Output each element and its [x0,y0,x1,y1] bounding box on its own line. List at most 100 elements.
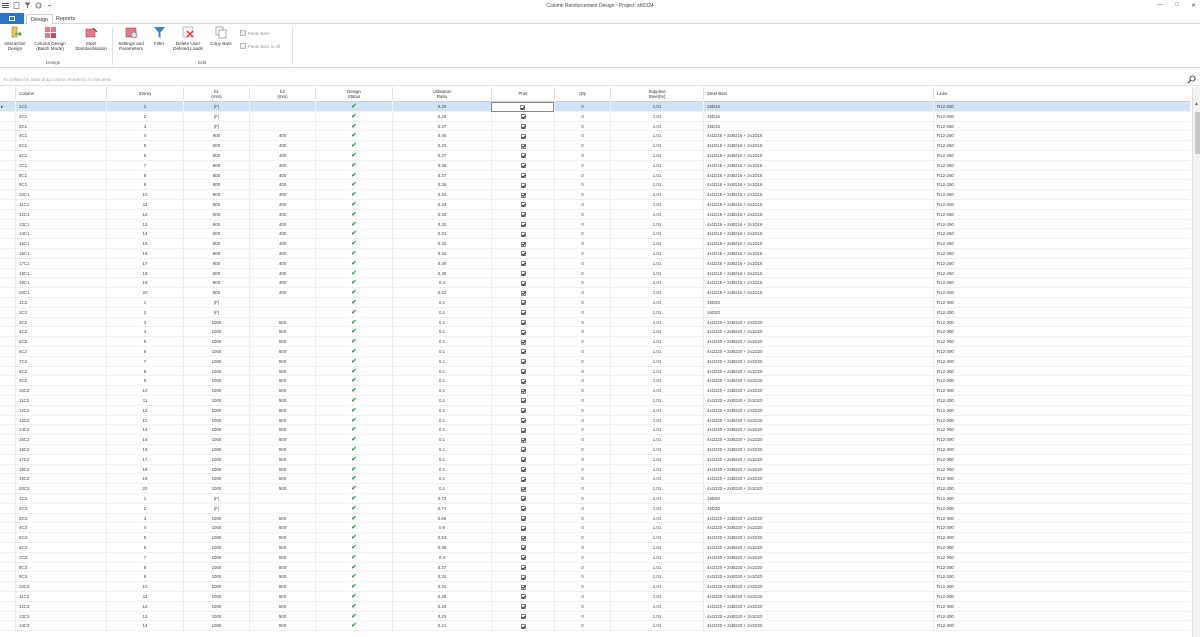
print-checkbox[interactable] [520,378,526,384]
print-checkbox[interactable] [520,496,526,502]
table-row[interactable]: 18C2 18 1000 500 ✔ 0.1 0 1.01 4x1D20 + 2x5D20 + … [0,464,1190,475]
search-icon[interactable] [1187,75,1196,84]
print-checkbox[interactable] [520,417,526,423]
cell-print[interactable] [491,425,554,436]
table-row[interactable]: 2C1 2 (F) ✔ 0.25 0 1.01 16D16 R12-250 [0,111,1190,122]
cell-print[interactable] [491,582,554,592]
filter-button[interactable]: Filter [150,26,168,46]
table-row[interactable]: ▸ 1C1 1 (F) ✔ 0.26 0 1.01 16D16 R12-250 [0,102,1190,112]
cell-print[interactable] [491,160,554,171]
print-checkbox[interactable] [520,329,526,335]
print-checkbox[interactable] [520,447,526,453]
cell-print[interactable] [491,268,554,279]
table-row[interactable]: 1C2 1 (F) ✔ 0.1 0 1.01 16D20 R12-300 [0,298,1190,308]
cell-print[interactable] [491,445,554,455]
table-row[interactable]: 8C3 8 1000 500 ✔ 0.37 0 1.01 4x1D20 + 2x5D20 + 2… [0,562,1190,573]
cell-print[interactable] [491,298,554,308]
table-row[interactable]: 13C2 13 1000 500 ✔ 0.1 0 1.01 4x1D20 + 2x5D20 + … [0,415,1190,426]
table-row[interactable]: 13C3 13 1000 500 ✔ 0.23 0 1.01 4x1D20 + 2x5D20 +… [0,611,1190,622]
cell-print[interactable] [491,592,554,602]
print-checkbox[interactable] [520,261,526,267]
print-checkbox[interactable] [520,163,526,169]
cell-print[interactable] [491,611,554,622]
table-row[interactable]: 4C2 4 1000 500 ✔ 0.1 0 1.01 4x1D20 + 2x5D20 + 2x… [0,327,1190,338]
cell-print[interactable] [491,151,554,161]
cell-print[interactable] [491,190,554,200]
cell-print[interactable] [491,209,554,220]
print-checkbox[interactable] [520,584,526,590]
table-row[interactable]: 7C1 7 800 400 ✔ 0.38 0 1.01 4x1D16 + 2x5D16 + 2x… [0,160,1190,171]
table-row[interactable]: 16C1 16 800 400 ✔ 0.34 0 1.01 4x1D16 + 2x5D16 + … [0,249,1190,259]
scrollbar-thumb[interactable] [1194,112,1200,154]
table-row[interactable]: 6C3 6 1000 500 ✔ 0.45 0 1.01 4x1D20 + 2x5D20 + 2… [0,543,1190,553]
cell-print[interactable] [491,111,554,122]
print-checkbox[interactable] [520,202,526,208]
table-row[interactable]: 3C1 3 (F) ✔ 0.37 0 1.01 16D16 R12-250 [0,121,1190,132]
print-checkbox[interactable] [520,339,526,345]
table-row[interactable]: 9C3 9 1000 500 ✔ 0.34 0 1.01 4x1D20 + 2x5D20 + 2… [0,572,1190,583]
table-row[interactable]: 17C1 17 800 400 ✔ 0.36 0 1.01 4x1D16 + 2x5D16 + … [0,258,1190,269]
column-header-b1[interactable]: b1 (mm) [183,87,249,102]
table-row[interactable]: 10C3 10 1000 500 ✔ 0.31 0 1.01 4x1D20 + 2x5D20 +… [0,582,1190,592]
table-row[interactable]: 20C1 20 800 400 ✔ 0.62 0 1.01 4x1D16 + 2x5D16 + … [0,288,1190,298]
copy-bars-button[interactable]: Copy Bars [208,26,234,46]
paste-bars-button[interactable]: Paste Bars [240,30,269,36]
table-row[interactable]: 6C2 6 1000 500 ✔ 0.1 0 1.01 4x1D20 + 2x5D20 + 2x… [0,347,1190,357]
print-checkbox[interactable] [520,515,526,521]
table-row[interactable]: 19C1 19 800 400 ✔ 0.4 0 1.01 4x1D16 + 2x5D16 + 2… [0,278,1190,289]
table-row[interactable]: 19C2 19 1000 500 ✔ 0.1 0 1.01 4x1D20 + 2x5D20 + … [0,474,1190,485]
cell-print[interactable] [491,405,554,416]
cell-print[interactable] [491,621,554,632]
table-row[interactable]: 2C3 2 (F) ✔ 0.71 0 1.01 16D20 R12-300 [0,503,1190,514]
table-row[interactable]: 5C1 5 800 400 ✔ 0.42 0 1.01 4x1D16 + 2x5D16 + 2x… [0,141,1190,151]
print-checkbox[interactable] [520,437,526,443]
cell-print[interactable] [491,239,554,249]
vertical-scrollbar[interactable]: ▲ [1192,87,1200,637]
group-by-panel[interactable]: To collate the table drag column header(… [0,73,1200,86]
close-button[interactable]: ✕ [1191,2,1196,9]
column-header-status[interactable]: Design Status [315,87,392,102]
cell-print[interactable] [491,435,554,445]
steel-standardisation-button[interactable]: Steel Standardisation [72,26,110,51]
cell-print[interactable] [491,219,554,230]
interactive-design-button[interactable]: Interactive Design [2,26,28,51]
print-checkbox[interactable] [520,506,526,512]
print-checkbox[interactable] [520,457,526,463]
table-row[interactable]: 17C2 17 1000 500 ✔ 0.1 0 1.01 4x1D20 + 2x5D20 + … [0,454,1190,465]
print-checkbox[interactable] [520,368,526,374]
scroll-up-icon[interactable]: ▲ [1194,101,1199,107]
cell-print[interactable] [491,376,554,387]
print-checkbox[interactable] [520,290,526,296]
print-checkbox[interactable] [520,221,526,227]
column-header-print[interactable]: Print [491,87,554,102]
column-header-qty[interactable]: Qty [554,87,610,102]
print-checkbox[interactable] [520,545,526,551]
table-row[interactable]: 18C1 18 800 400 ✔ 0.39 0 1.01 4x1D16 + 2x5D16 + … [0,268,1190,279]
print-checkbox[interactable] [520,604,526,610]
table-row[interactable]: 12C2 12 1000 500 ✔ 0.1 0 1.01 4x1D20 + 2x5D20 + … [0,405,1190,416]
column-header-steel_pct[interactable]: Supplied Steel(%) [610,87,703,102]
table-row[interactable]: 9C1 9 800 400 ✔ 0.36 0 1.01 4x1D16 + 2x5D16 + 2x… [0,180,1190,191]
cell-print[interactable] [491,454,554,465]
cell-print[interactable] [491,170,554,181]
print-checkbox[interactable] [520,182,526,188]
table-row[interactable]: 12C3 12 1000 500 ✔ 0.26 0 1.01 4x1D20 + 2x5D20 +… [0,601,1190,612]
settings-parameters-button[interactable]: Settings and Parameters [114,26,148,51]
table-row[interactable]: 12C1 12 800 400 ✔ 0.32 0 1.01 4x1D16 + 2x5D16 + … [0,209,1190,220]
column-header-bars[interactable]: Steel Bars [703,87,933,102]
cell-print[interactable] [491,121,554,132]
print-checkbox[interactable] [520,123,526,129]
print-checkbox[interactable] [520,564,526,570]
print-checkbox[interactable] [520,114,526,120]
table-row[interactable]: 14C2 14 1000 500 ✔ 0.1 0 1.01 4x1D20 + 2x5D20 + … [0,425,1190,436]
table-row[interactable]: 9C2 9 1000 500 ✔ 0.1 0 1.01 4x1D20 + 2x5D20 + 2x… [0,376,1190,387]
table-row[interactable]: 8C2 8 1000 500 ✔ 0.1 0 1.01 4x1D20 + 2x5D20 + 2x… [0,366,1190,377]
maximize-button[interactable]: □ [1175,2,1179,9]
cell-print[interactable] [491,366,554,377]
cell-print[interactable] [491,102,554,112]
print-checkbox[interactable] [520,251,526,257]
cell-print[interactable] [491,601,554,612]
print-checkbox[interactable] [520,408,526,414]
cell-print[interactable] [491,572,554,583]
print-checkbox[interactable] [520,349,526,355]
